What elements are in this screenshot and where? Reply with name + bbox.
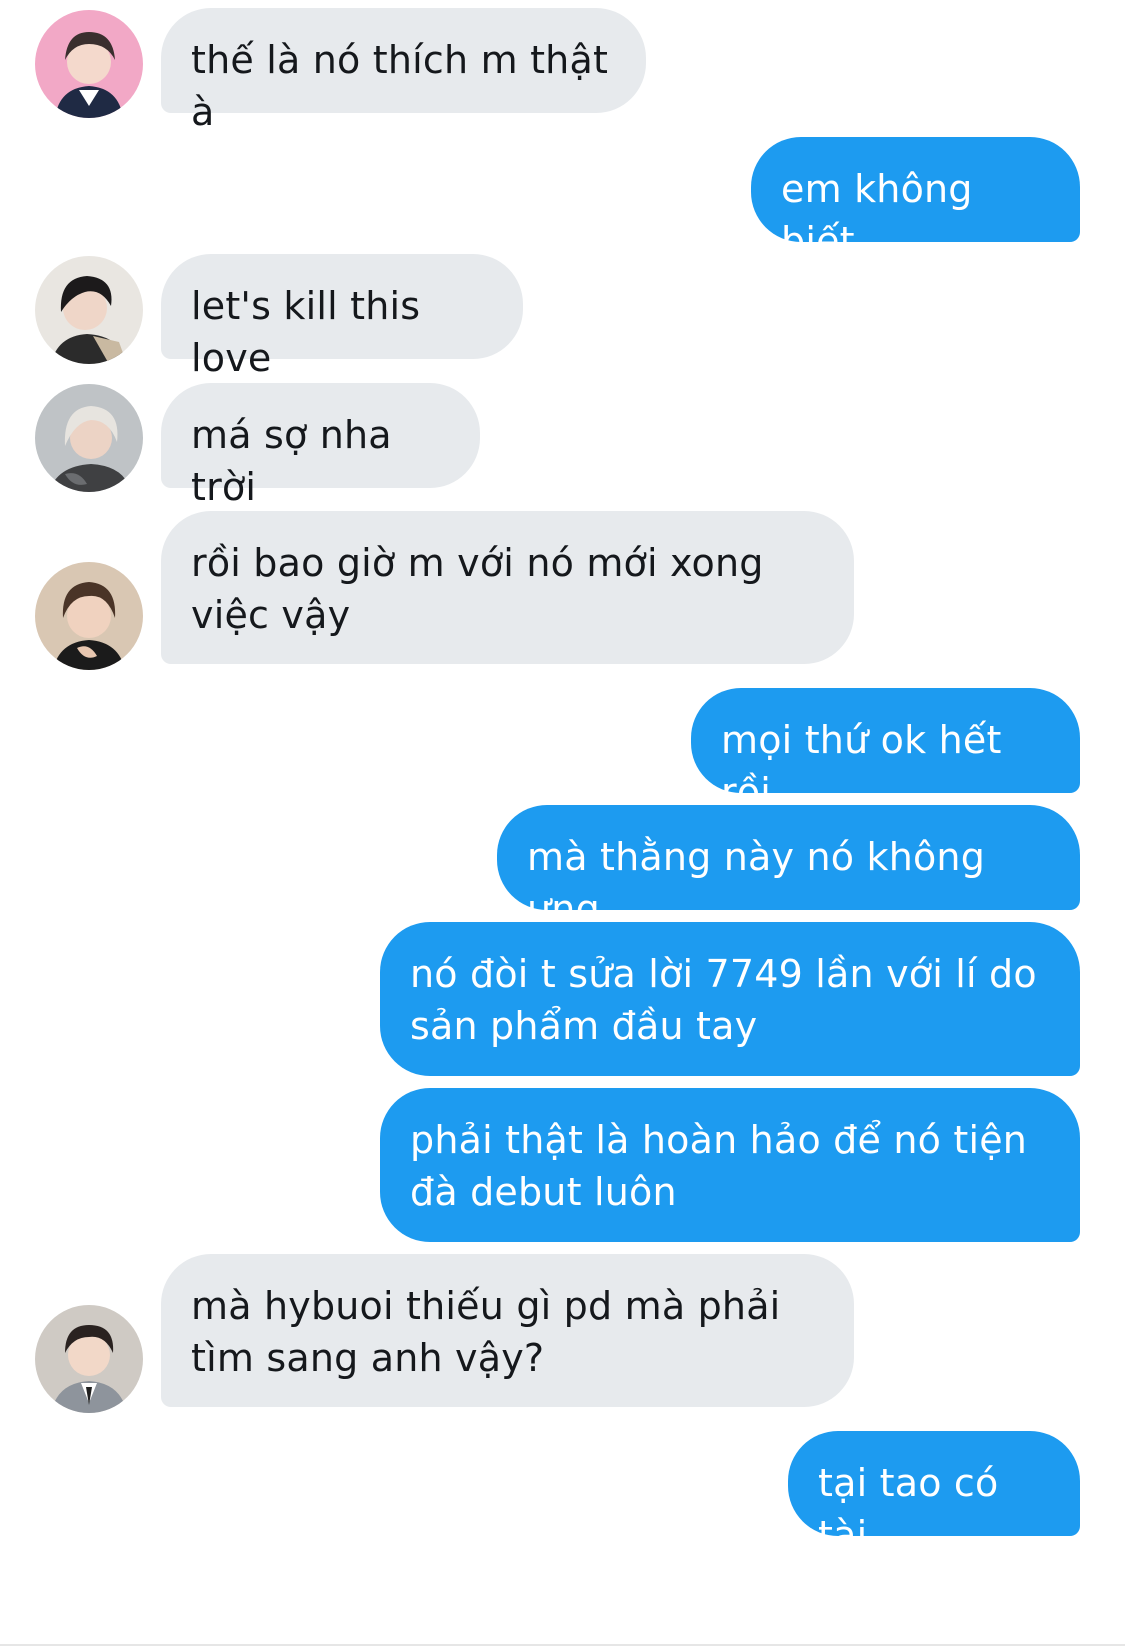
message-bubble-incoming[interactable]: má sợ nha trời xyxy=(161,383,480,509)
message-bubble-outgoing[interactable]: em không biết xyxy=(751,137,1080,263)
message-bubble-outgoing[interactable]: mọi thứ ok hết rồi xyxy=(691,688,1080,814)
message-bubble-outgoing[interactable]: nó đòi t sửa lời 7749 lần với lí do sản … xyxy=(380,922,1080,1076)
sender-avatar-5[interactable] xyxy=(35,1305,143,1413)
message-bubble-incoming[interactable]: thế là nó thích m thật à xyxy=(161,8,646,134)
message-bubble-incoming[interactable]: let's kill this love xyxy=(161,254,523,380)
message-bubble-outgoing[interactable]: mà thằng này nó không ưng xyxy=(497,805,1080,931)
sender-avatar-3[interactable] xyxy=(35,384,143,492)
sender-avatar-1[interactable] xyxy=(35,10,143,118)
message-bubble-incoming[interactable]: rồi bao giờ m với nó mới xong việc vậy xyxy=(161,511,854,664)
sender-avatar-2[interactable] xyxy=(35,256,143,364)
message-bubble-outgoing[interactable]: phải thật là hoàn hảo để nó tiện đà debu… xyxy=(380,1088,1080,1242)
sender-avatar-4[interactable] xyxy=(35,562,143,670)
message-bubble-outgoing[interactable]: tại tao có tài xyxy=(788,1431,1080,1557)
message-bubble-incoming[interactable]: mà hybuoi thiếu gì pd mà phải tìm sang a… xyxy=(161,1254,854,1407)
